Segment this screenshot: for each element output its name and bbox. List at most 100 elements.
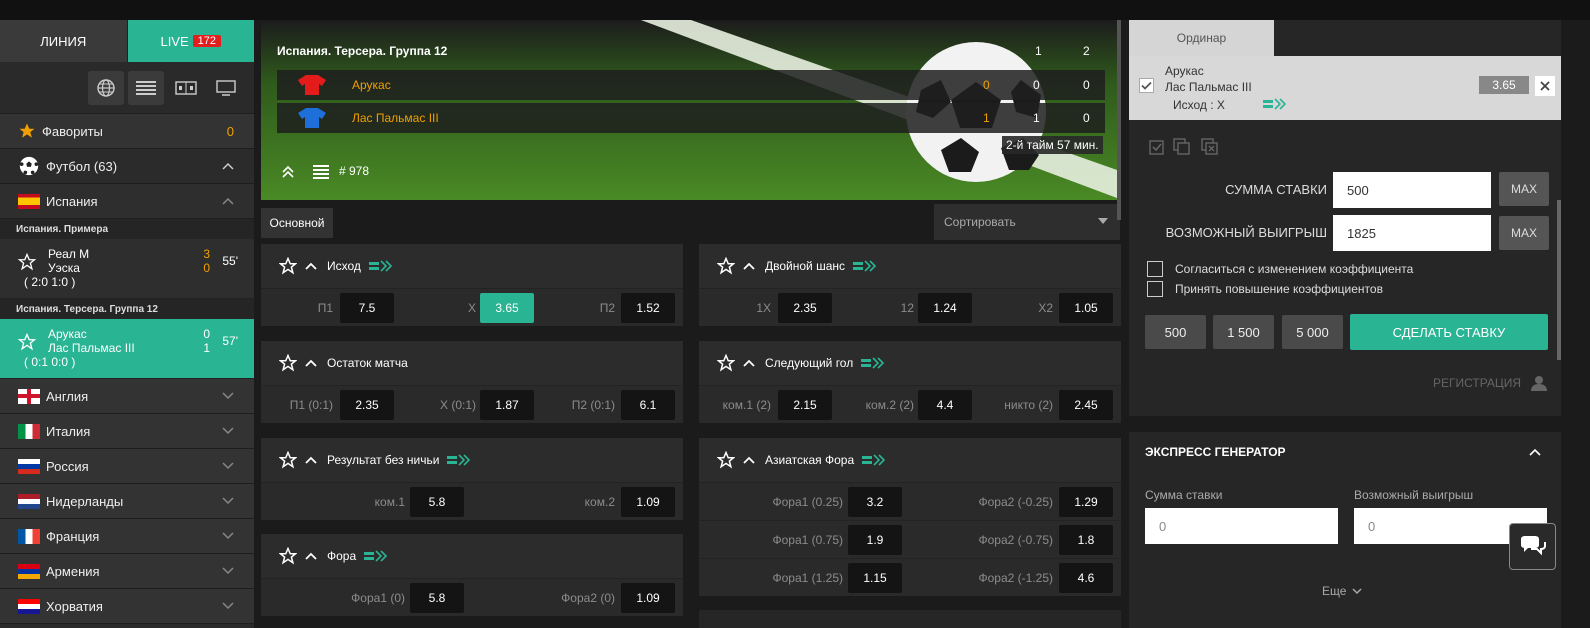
chevron-up-icon[interactable] xyxy=(222,197,234,205)
quick-stake-button[interactable]: 500 xyxy=(1145,315,1206,349)
odd-button[interactable]: 1.24 xyxy=(918,293,972,323)
sidebar-item-italy[interactable]: Италия xyxy=(0,414,254,449)
match-item[interactable]: Реал М Уэска 30 55' ( 2:0 1:0 ) xyxy=(0,239,254,299)
stake-input[interactable]: 500 xyxy=(1333,172,1491,208)
tab-single[interactable]: Ординар xyxy=(1129,20,1274,56)
chevron-up-icon[interactable] xyxy=(305,552,317,560)
market-header[interactable]: Фора xyxy=(261,534,683,578)
quick-stake-button[interactable]: 1 500 xyxy=(1213,315,1274,349)
sidebar-item-russia[interactable]: Россия xyxy=(0,449,254,484)
sidebar-item-football[interactable]: Футбол (63) xyxy=(0,149,254,184)
tab-main[interactable]: Основной xyxy=(261,208,333,238)
odd-button[interactable]: 1.29 xyxy=(1059,487,1113,517)
scoreboard-icon[interactable] xyxy=(168,71,204,105)
win-input[interactable]: 1825 xyxy=(1333,215,1491,251)
remove-bet-button[interactable] xyxy=(1535,76,1555,96)
chevron-down-icon[interactable] xyxy=(222,462,234,470)
sidebar-item-spain[interactable]: Испания xyxy=(0,184,254,219)
max-win-button[interactable]: MAX xyxy=(1499,216,1549,250)
chevron-down-icon[interactable] xyxy=(222,392,234,400)
star-outline-icon[interactable] xyxy=(18,253,36,271)
odd-button[interactable]: 1.9 xyxy=(848,525,902,555)
match-item-active[interactable]: Арукас Лас Пальмас III 01 57' ( 0:1 0:0 ) xyxy=(0,319,254,379)
odd-button[interactable]: 1.09 xyxy=(621,583,675,613)
odd-button[interactable]: 1.09 xyxy=(621,487,675,517)
place-bet-button[interactable]: СДЕЛАТЬ СТАВКУ xyxy=(1350,314,1548,350)
odd-button[interactable]: 1.15 xyxy=(848,563,902,593)
star-outline-icon[interactable] xyxy=(717,354,735,372)
chevron-down-icon[interactable] xyxy=(222,497,234,505)
odd-button[interactable]: 4.6 xyxy=(1059,563,1113,593)
odd-button[interactable]: 2.45 xyxy=(1059,390,1113,420)
center-scrollbar[interactable] xyxy=(1117,20,1121,220)
register-link[interactable]: РЕГИСТРАЦИЯ xyxy=(1433,375,1548,391)
agree-change-checkbox[interactable] xyxy=(1147,261,1163,277)
stats-icon[interactable] xyxy=(313,165,329,179)
chat-button[interactable] xyxy=(1509,523,1556,570)
odd-button[interactable]: 7.5 xyxy=(340,293,394,323)
max-stake-button[interactable]: MAX xyxy=(1499,172,1549,206)
chevron-down-icon[interactable] xyxy=(222,567,234,575)
accept-raise-option[interactable]: Принять повышение коэффициентов xyxy=(1147,281,1383,297)
betslip-item-checkbox[interactable] xyxy=(1139,78,1154,93)
chevron-down-icon[interactable] xyxy=(222,427,234,435)
odd-button[interactable]: 2.35 xyxy=(340,390,394,420)
chevron-up-icon[interactable] xyxy=(305,359,317,367)
sidebar-item-england[interactable]: Англия xyxy=(0,379,254,414)
star-outline-icon[interactable] xyxy=(717,451,735,469)
collapse-up-icon[interactable] xyxy=(281,165,295,179)
odd-button[interactable]: 2.15 xyxy=(778,390,832,420)
market-header[interactable]: Остаток матча xyxy=(261,341,683,385)
sidebar-item-croatia[interactable]: Хорватия xyxy=(0,589,254,624)
market-header[interactable]: Следующий гол xyxy=(699,341,1121,385)
odd-button[interactable]: 1.05 xyxy=(1059,293,1113,323)
sidebar-item-armenia[interactable]: Армения xyxy=(0,554,254,589)
star-outline-icon[interactable] xyxy=(279,354,297,372)
chevron-down-icon[interactable] xyxy=(222,602,234,610)
chevron-down-icon[interactable] xyxy=(222,532,234,540)
market-header[interactable]: Двойной шанс xyxy=(699,244,1121,288)
globe-icon[interactable] xyxy=(88,70,124,105)
check-all-icon[interactable] xyxy=(1147,138,1165,156)
quick-stake-button[interactable]: 5 000 xyxy=(1282,315,1343,349)
odd-button[interactable]: 2.35 xyxy=(778,293,832,323)
odd-button[interactable]: 4.4 xyxy=(918,390,972,420)
sidebar-item-france[interactable]: Франция xyxy=(0,519,254,554)
delete-all-icon[interactable] xyxy=(1201,138,1219,156)
chevron-up-icon[interactable] xyxy=(305,262,317,270)
odd-button-selected[interactable]: 3.65 xyxy=(480,293,534,323)
more-button[interactable]: Еще xyxy=(1322,584,1362,598)
copy-icon[interactable] xyxy=(1173,138,1191,156)
odd-button[interactable]: 5.8 xyxy=(410,583,464,613)
market-header[interactable]: Исход xyxy=(261,244,683,288)
chevron-up-icon[interactable] xyxy=(743,359,755,367)
accept-raise-checkbox[interactable] xyxy=(1147,281,1163,297)
odd-button[interactable]: 3.2 xyxy=(848,487,902,517)
right-scrollbar[interactable] xyxy=(1557,200,1561,360)
star-outline-icon[interactable] xyxy=(279,257,297,275)
star-outline-icon[interactable] xyxy=(18,333,36,351)
agree-change-option[interactable]: Согласиться с изменением коэффициента xyxy=(1147,261,1413,277)
market-header[interactable]: Азиатская Фора xyxy=(699,438,1121,482)
chevron-up-icon[interactable] xyxy=(743,262,755,270)
market-header[interactable]: Результат без ничьи xyxy=(261,438,683,482)
chevron-up-icon[interactable] xyxy=(1529,448,1541,456)
odd-button[interactable]: 1.52 xyxy=(621,293,675,323)
chevron-up-icon[interactable] xyxy=(743,456,755,464)
odd-button[interactable]: 5.8 xyxy=(410,487,464,517)
star-outline-icon[interactable] xyxy=(717,257,735,275)
odd-button[interactable]: 1.8 xyxy=(1059,525,1113,555)
tab-line[interactable]: ЛИНИЯ xyxy=(0,20,128,62)
tab-live[interactable]: LIVE 172 xyxy=(127,20,254,62)
sort-select[interactable]: Сортировать xyxy=(934,204,1120,240)
sidebar-item-favorites[interactable]: Фавориты 0 xyxy=(0,114,254,149)
chevron-up-icon[interactable] xyxy=(222,162,234,170)
express-stake-input[interactable]: 0 xyxy=(1145,508,1338,544)
odd-button[interactable]: 6.1 xyxy=(621,390,675,420)
sidebar-item-netherlands[interactable]: Нидерланды xyxy=(0,484,254,519)
odd-button[interactable]: 1.87 xyxy=(480,390,534,420)
star-outline-icon[interactable] xyxy=(279,451,297,469)
chevron-up-icon[interactable] xyxy=(305,456,317,464)
tv-icon[interactable] xyxy=(208,71,244,105)
list-view-icon[interactable] xyxy=(128,70,164,105)
